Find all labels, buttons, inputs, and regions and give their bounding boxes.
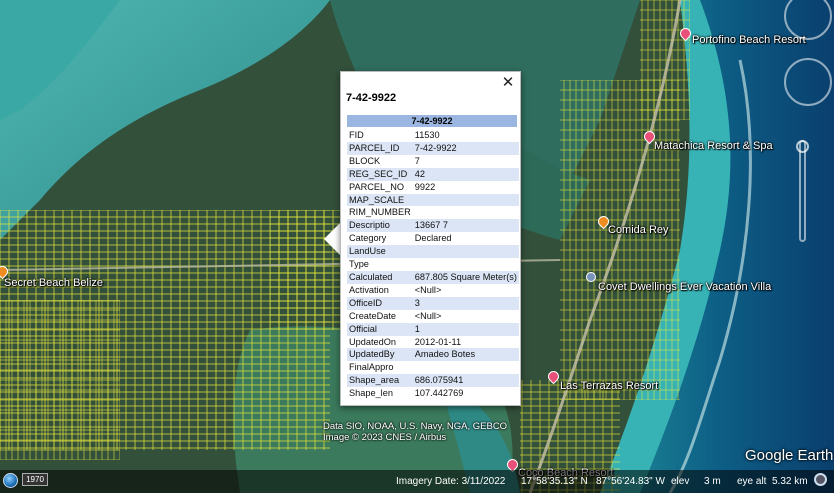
attribute-row: Shape_area 686.075941 (347, 374, 519, 388)
zoom-slider[interactable] (799, 140, 806, 242)
attribute-value: 42 (412, 167, 519, 181)
attribute-key: Official (347, 322, 413, 336)
attribute-value: Declared (412, 232, 519, 246)
place-label-covet[interactable]: Covet Dwellings Ever Vacation Villa (598, 281, 771, 293)
attribute-value: 2012-01-11 (412, 335, 519, 349)
attribute-value (412, 206, 519, 220)
attribute-value: 686.075941 (412, 374, 519, 388)
attribute-key: RIM_NUMBER (347, 206, 413, 220)
attribute-key: MAP_SCALE (347, 193, 413, 207)
move-icon[interactable] (784, 58, 832, 106)
attribute-value: 687.805 Square Meter(s) (412, 270, 519, 284)
attribute-row: REG_SEC_ID 42 (347, 167, 519, 181)
attribute-row: Official 1 (347, 322, 519, 336)
longitude: 87°56'24.83" W (596, 476, 665, 487)
attribute-row: Activation <Null> (347, 283, 519, 297)
attribute-table-header: 7-42-9922 (347, 115, 517, 127)
historical-imagery-year[interactable]: 1970 (22, 473, 48, 486)
attribute-row: CreateDate <Null> (347, 309, 519, 323)
attribute-row: PARCEL_NO 9922 (347, 180, 519, 194)
attribute-key: OfficeID (347, 296, 413, 310)
attribute-row: Shape_len 107.442769 (347, 387, 519, 401)
navigation-controls[interactable] (780, 0, 834, 260)
attribute-key: CreateDate (347, 309, 413, 323)
attribute-key: FinalAppro (347, 361, 413, 375)
attribute-value (412, 361, 519, 375)
attribute-value (412, 258, 519, 271)
place-label-las-terrazas[interactable]: Las Terrazas Resort (560, 380, 658, 392)
google-earth-logo: Google Earth (745, 447, 834, 464)
attribute-row: OfficeID 3 (347, 296, 519, 310)
attribute-row: FID 11530 (347, 129, 519, 142)
attribute-value: <Null> (412, 309, 519, 323)
zoom-slider-handle[interactable] (796, 140, 809, 153)
lodging-pin-icon[interactable] (586, 272, 596, 282)
attribution-line: Data SIO, NOAA, U.S. Navy, NGA, GEBCO (323, 421, 508, 432)
attribute-key: UpdatedBy (347, 348, 413, 362)
attribute-value (412, 193, 519, 207)
status-bar: Imagery Date: 3/11/2022 17°58'35.13" N 8… (0, 470, 834, 493)
attribute-row: PARCEL_ID 7-42-9922 (347, 141, 519, 155)
attribute-key: PARCEL_ID (347, 141, 413, 155)
attribute-key: Shape_area (347, 374, 413, 388)
attribute-row: LandUse (347, 245, 519, 259)
attribute-value: 107.442769 (412, 387, 519, 401)
attribute-key: Category (347, 232, 413, 246)
attribute-row: Type (347, 258, 519, 271)
streaming-status-icon (814, 473, 827, 486)
attribute-key: FID (347, 129, 413, 142)
attribute-key: LandUse (347, 245, 413, 259)
attribute-key: BLOCK (347, 154, 413, 168)
eye-alt-label: eye alt (737, 476, 767, 487)
attribute-row: Category Declared (347, 232, 519, 246)
attribute-row: BLOCK 7 (347, 154, 519, 168)
elevation-label: elev (671, 476, 690, 487)
attribute-key: Type (347, 258, 413, 271)
attribute-value: 7 (412, 154, 519, 168)
attribute-value (412, 245, 519, 259)
attribute-key: UpdatedOn (347, 335, 413, 349)
place-label-matachica[interactable]: Matachica Resort & Spa (654, 140, 773, 152)
parcel-info-popup: ✕ 7-42-9922 7-42-9922 FID 11530 PARCEL_ID 7… (340, 71, 521, 406)
popup-title: 7-42-9922 (346, 92, 397, 104)
attribute-row: Descriptio 13667 7 (347, 219, 519, 233)
imagery-attribution: Data SIO, NOAA, U.S. Navy, NGA, GEBCO Im… (323, 421, 507, 443)
attribute-row: Calculated 687.805 Square Meter(s) (347, 270, 519, 284)
attribute-key: Activation (347, 283, 413, 297)
attribute-value: Amadeo Botes (412, 348, 519, 362)
attribution-line: Image © 2023 CNES / Airbus (323, 432, 447, 443)
attribute-value: 9922 (412, 180, 519, 194)
eye-alt-value: 5.32 km (772, 476, 808, 487)
attribute-value: 3 (412, 296, 519, 310)
attribute-key: REG_SEC_ID (347, 167, 413, 181)
imagery-date: Imagery Date: 3/11/2022 (396, 476, 506, 487)
attribute-key: Calculated (347, 270, 413, 284)
attribute-row: RIM_NUMBER (347, 206, 519, 220)
elevation-value: 3 m (704, 476, 721, 487)
attribute-value: 11530 (412, 129, 519, 142)
close-icon[interactable]: ✕ (500, 74, 516, 90)
attribute-key: Descriptio (347, 219, 413, 233)
place-label-comida[interactable]: Comida Rey (608, 224, 669, 236)
attribute-value: 7-42-9922 (412, 141, 519, 155)
attribute-row: FinalAppro (347, 361, 519, 375)
attribute-row: UpdatedBy Amadeo Botes (347, 348, 519, 362)
attribute-value: 1 (412, 322, 519, 336)
attribute-value: 13667 7 (412, 219, 519, 233)
attribute-row: MAP_SCALE (347, 193, 519, 207)
attribute-key: Shape_len (347, 387, 413, 401)
attribute-table: FID 11530 PARCEL_ID 7-42-9922 BLOCK 7 REG_SEC_… (347, 129, 519, 401)
popup-pointer (324, 222, 341, 256)
attribute-row: UpdatedOn 2012-01-11 (347, 335, 519, 349)
attribute-key: PARCEL_NO (347, 180, 413, 194)
attribute-value: <Null> (412, 283, 519, 297)
look-around-icon[interactable] (784, 0, 832, 40)
place-label-secret-beach[interactable]: Secret Beach Belize (4, 277, 103, 289)
latitude: 17°58'35.13" N (521, 476, 588, 487)
globe-icon[interactable] (3, 473, 18, 488)
